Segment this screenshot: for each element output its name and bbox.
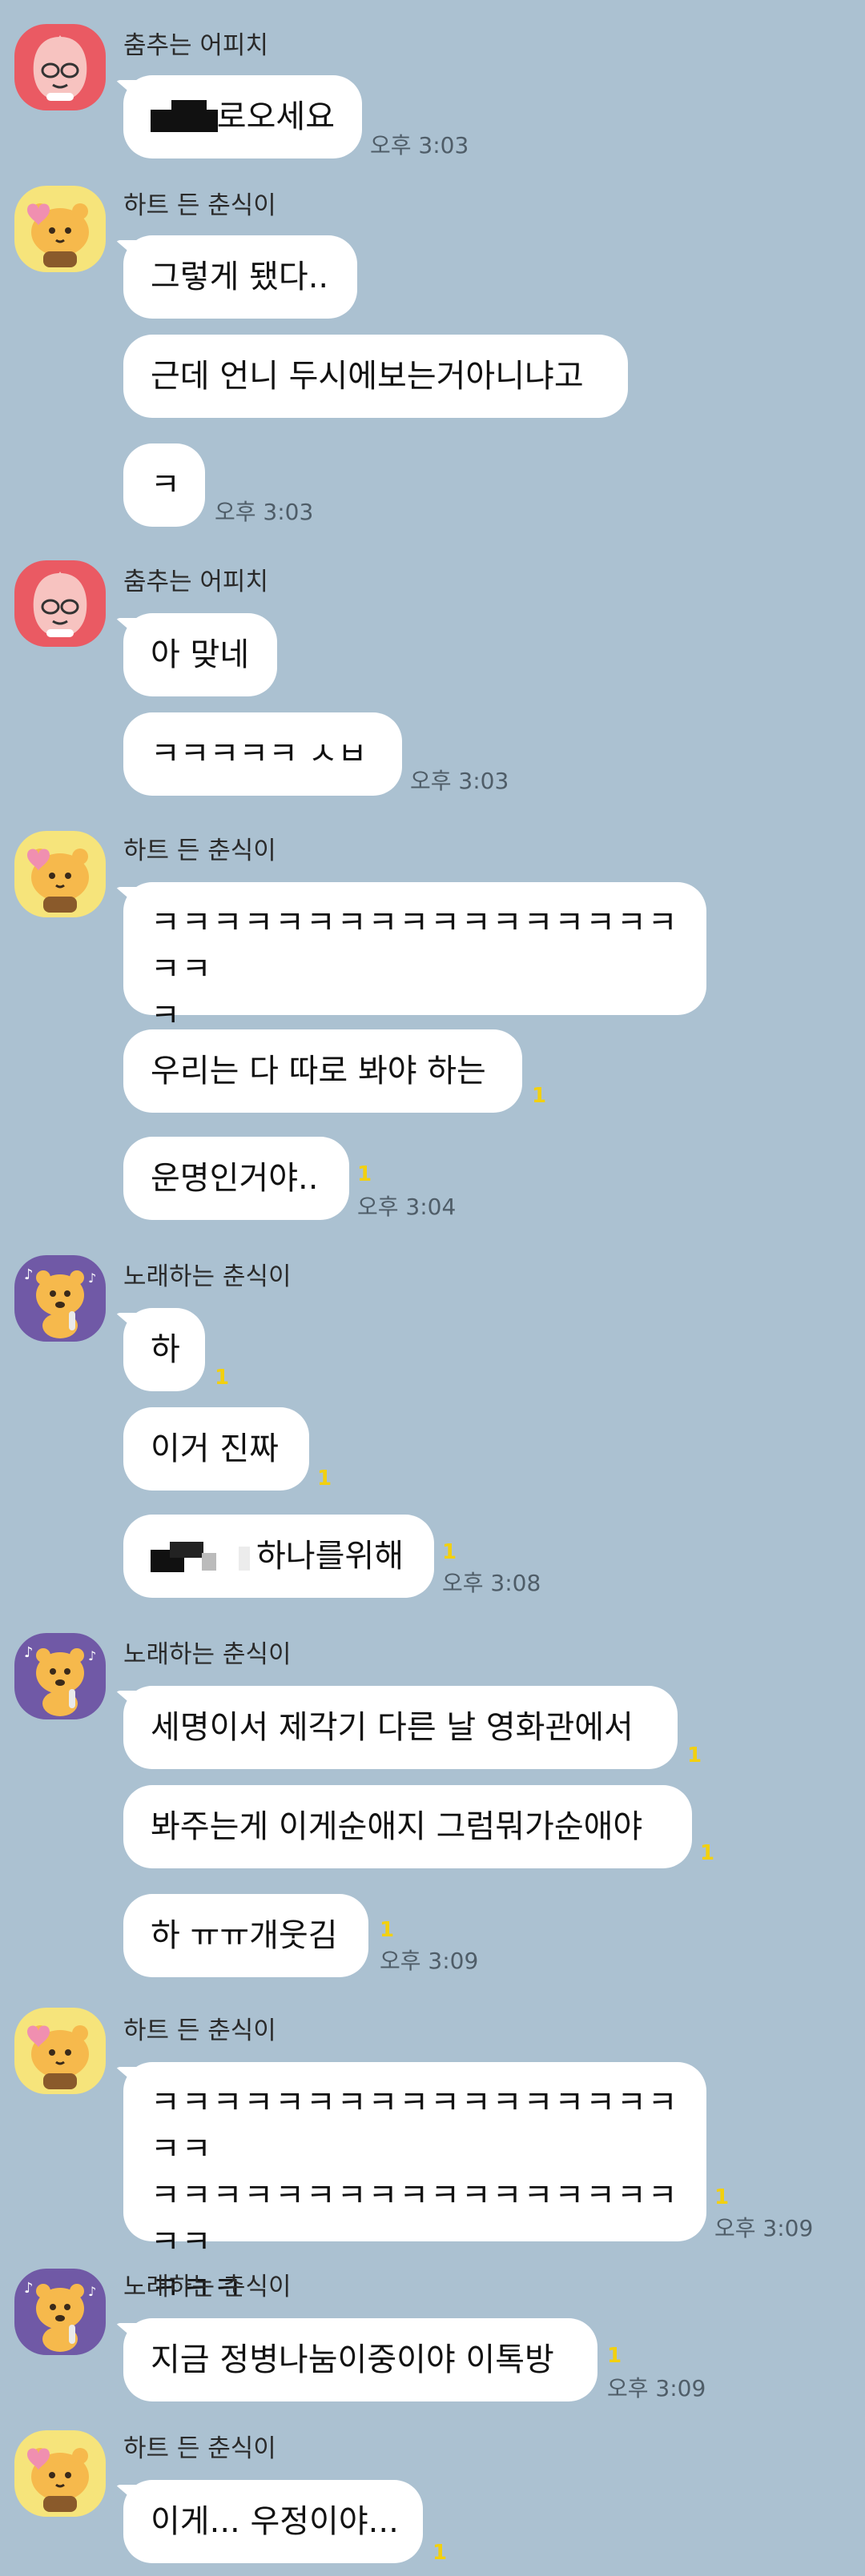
message-time: 오후 3:09 bbox=[380, 1948, 479, 1974]
unread-count: 1 bbox=[714, 2185, 730, 2209]
svg-text:♪: ♪ bbox=[24, 1644, 34, 1661]
message-bubble[interactable]: 이게... 우정이야... bbox=[123, 2480, 423, 2563]
svg-text:♪: ♪ bbox=[88, 1648, 96, 1663]
sender-name: 노래하는 춘식이 bbox=[123, 1640, 292, 1669]
sender-name: 하트 든 춘식이 bbox=[123, 191, 276, 220]
unread-count: 1 bbox=[432, 2541, 448, 2565]
message-text: ㅋ bbox=[151, 467, 180, 504]
redacted-block bbox=[151, 100, 218, 134]
sender-name: 하트 든 춘식이 bbox=[123, 2016, 276, 2045]
message-time: 오후 3:09 bbox=[714, 2215, 814, 2241]
sender-name: 춤추는 어피치 bbox=[123, 31, 268, 60]
message-text: 로오세요 bbox=[216, 98, 335, 135]
message-time: 오후 3:03 bbox=[370, 132, 469, 158]
message-bubble[interactable]: ㅋㅋㅋㅋㅋㅋㅋㅋㅋㅋㅋㅋㅋㅋㅋㅋㅋㅋㅋ ㅋ bbox=[123, 882, 706, 1034]
message-bubble[interactable]: 봐주는게 이게순애지 그럼뭐가순애야 bbox=[123, 1785, 692, 1868]
svg-text:♪: ♪ bbox=[24, 2280, 34, 2297]
message-bubble[interactable]: 로오세요 bbox=[123, 75, 362, 158]
sender-name: 노래하는 춘식이 bbox=[123, 2273, 292, 2301]
apeach-avatar-icon[interactable] bbox=[14, 24, 106, 110]
sender-name: 노래하는 춘식이 bbox=[123, 1262, 292, 1291]
unread-count: 1 bbox=[357, 1162, 372, 1186]
svg-text:♪: ♪ bbox=[88, 1270, 96, 1286]
message-bubble[interactable]: 근데 언니 두시에보는거아니냐고 bbox=[123, 335, 628, 418]
svg-text:♪: ♪ bbox=[24, 1266, 34, 1283]
message-text: 하 ㅠㅠ개웃김 bbox=[151, 1917, 338, 1954]
message-text: ㅋㅋㅋㅋㅋ ㅅㅂ bbox=[151, 736, 368, 772]
message-time: 오후 3:03 bbox=[215, 499, 314, 525]
message-bubble[interactable]: 이거 진짜 bbox=[123, 1407, 309, 1491]
unread-count: 1 bbox=[700, 1841, 715, 1865]
message-text: 이게... 우정이야... bbox=[151, 2503, 399, 2540]
message-text: 그렇게 됐다.. bbox=[151, 259, 329, 295]
message-time: 오후 3:08 bbox=[442, 1570, 541, 1596]
sender-name: 하트 든 춘식이 bbox=[123, 2434, 276, 2463]
message-bubble[interactable]: ㅋㅋㅋㅋㅋ ㅅㅂ bbox=[123, 712, 402, 796]
apeach-avatar-icon[interactable] bbox=[14, 560, 106, 647]
sender-name: 하트 든 춘식이 bbox=[123, 837, 276, 865]
unread-count: 1 bbox=[532, 1084, 547, 1108]
message-text-line: ㅋㅋㅋㅋㅋㅋㅋㅋㅋㅋㅋㅋㅋㅋㅋㅋㅋㅋㅋ bbox=[151, 2084, 679, 2168]
message-time: 오후 3:09 bbox=[607, 2375, 706, 2401]
choonsik-singing-avatar-icon[interactable]: ♪ ♪ bbox=[14, 1633, 106, 1719]
message-text: 운명인거야.. bbox=[151, 1160, 319, 1197]
choonsik-singing-avatar-icon[interactable]: ♪ ♪ bbox=[14, 2269, 106, 2355]
unread-count: 1 bbox=[215, 1366, 230, 1390]
message-text: 아 맞네 bbox=[151, 636, 250, 673]
chat-room[interactable]: 춤추는 어피치 로오세요 오후 3:03 하트 든 춘식이 그렇게 됐다.. 근… bbox=[0, 0, 865, 2576]
choonsik-singing-avatar-icon[interactable]: ♪ ♪ bbox=[14, 1255, 106, 1342]
message-bubble[interactable]: 하 ㅠㅠ개웃김 bbox=[123, 1894, 368, 1977]
message-text: 지금 정병나눔이중이야 이톡방 bbox=[151, 2341, 554, 2378]
unread-count: 1 bbox=[380, 1918, 395, 1942]
message-text: 세명이서 제각기 다른 날 영화관에서 bbox=[151, 1709, 634, 1746]
redacted-block bbox=[151, 1539, 253, 1574]
message-text: 근데 언니 두시에보는거아니냐고 bbox=[151, 358, 584, 395]
message-text: 하나를위해 bbox=[256, 1538, 404, 1575]
message-text: 봐주는게 이게순애지 그럼뭐가순애야 bbox=[151, 1808, 643, 1845]
unread-count: 1 bbox=[442, 1540, 457, 1564]
message-bubble[interactable]: 지금 정병나눔이중이야 이톡방 bbox=[123, 2318, 597, 2401]
unread-count: 1 bbox=[687, 1743, 702, 1767]
choonsik-heart-avatar-icon[interactable] bbox=[14, 831, 106, 917]
unread-count: 1 bbox=[317, 1467, 332, 1491]
message-time: 오후 3:04 bbox=[357, 1194, 457, 1220]
message-bubble[interactable]: 우리는 다 따로 봐야 하는 bbox=[123, 1029, 522, 1113]
message-bubble[interactable]: 하나를위해 bbox=[123, 1515, 434, 1598]
choonsik-heart-avatar-icon[interactable] bbox=[14, 2430, 106, 2517]
message-bubble[interactable]: 아 맞네 bbox=[123, 613, 277, 696]
message-text-line: ㅋㅋㅋㅋㅋㅋㅋㅋㅋㅋㅋㅋㅋㅋㅋㅋㅋㅋㅋ bbox=[151, 905, 679, 988]
message-text-line: ㅋㅋㅋㅋㅋㅋㅋㅋㅋㅋㅋㅋㅋㅋㅋㅋㅋㅋㅋ bbox=[151, 2177, 679, 2261]
choonsik-heart-avatar-icon[interactable] bbox=[14, 2008, 106, 2094]
message-bubble[interactable]: 운명인거야.. bbox=[123, 1137, 349, 1220]
message-text: 이거 진짜 bbox=[151, 1430, 279, 1467]
sender-name: 춤추는 어피치 bbox=[123, 568, 268, 596]
message-bubble[interactable]: 하 bbox=[123, 1308, 205, 1391]
unread-count: 1 bbox=[607, 2344, 622, 2368]
message-bubble[interactable]: 그렇게 됐다.. bbox=[123, 235, 357, 319]
choonsik-heart-avatar-icon[interactable] bbox=[14, 186, 106, 272]
svg-text:♪: ♪ bbox=[88, 2284, 96, 2299]
message-bubble[interactable]: 세명이서 제각기 다른 날 영화관에서 bbox=[123, 1686, 678, 1769]
message-text: 우리는 다 따로 봐야 하는 bbox=[151, 1053, 486, 1089]
message-bubble[interactable]: ㅋㅋㅋㅋㅋㅋㅋㅋㅋㅋㅋㅋㅋㅋㅋㅋㅋㅋㅋ ㅋㅋㅋㅋㅋㅋㅋㅋㅋㅋㅋㅋㅋㅋㅋㅋㅋㅋㅋ … bbox=[123, 2062, 706, 2307]
message-time: 오후 3:03 bbox=[410, 768, 509, 794]
message-text: 하 bbox=[151, 1331, 180, 1368]
message-bubble[interactable]: ㅋ bbox=[123, 443, 205, 527]
